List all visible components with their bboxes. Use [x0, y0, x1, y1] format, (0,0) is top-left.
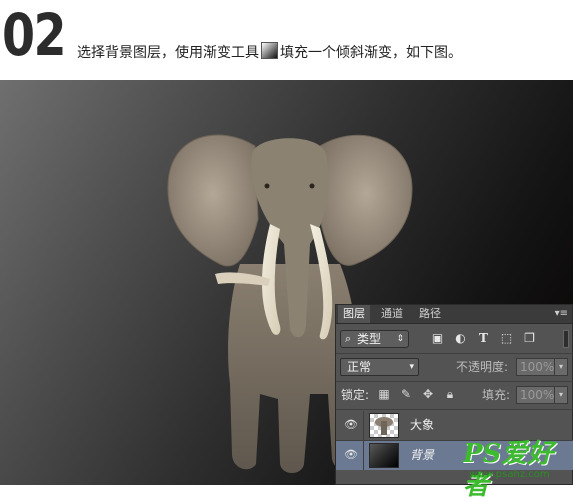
tutorial-header: 02 选择背景图层，使用渐变工具 填充一个倾斜渐变，如下图。 [0, 0, 573, 80]
opacity-label: 不透明度: [456, 360, 509, 374]
layer-name: 大象 [410, 418, 435, 432]
lock-all-icon[interactable]: 🔒︎ [443, 387, 457, 401]
eye-icon[interactable]: 👁︎ [344, 419, 358, 431]
layer-thumbnail [369, 443, 399, 468]
opacity-field[interactable]: 100% ▾ [516, 358, 568, 376]
divider [336, 381, 573, 382]
layer-thumbnail [369, 413, 399, 438]
instruction-part-1: 选择背景图层，使用渐变工具 [77, 45, 259, 61]
instruction-part-2: 填充一个倾斜渐变，如下图。 [280, 45, 462, 61]
layer-name: 背景 [410, 448, 435, 462]
lock-label: 锁定: [341, 388, 370, 402]
chevron-down-icon[interactable]: ▾ [554, 387, 567, 403]
panel-menu-icon[interactable]: ▾≡ [555, 308, 568, 320]
type-filter-icon[interactable]: T [477, 332, 490, 345]
gradient-tool-icon [261, 42, 278, 59]
filter-toggle-switch[interactable] [563, 330, 569, 348]
smart-object-filter-icon[interactable]: ❐ [523, 332, 536, 345]
step-number: 02 [2, 1, 67, 69]
fill-field[interactable]: 100% ▾ [516, 386, 568, 404]
tab-channels[interactable]: 通道 [376, 305, 408, 323]
select-arrows-icon: ⇕ [396, 334, 404, 344]
chevron-down-icon[interactable]: ▾ [554, 359, 567, 375]
divider [336, 409, 573, 410]
fill-label: 填充: [482, 388, 511, 402]
layer-filter-select[interactable]: ⌕ 类型 ⇕ [340, 330, 409, 348]
shape-filter-icon[interactable]: ⬚ [500, 332, 513, 345]
filter-type-label: 类型 [357, 332, 382, 346]
lock-transparent-pixels-icon[interactable]: ▦ [377, 387, 391, 401]
instruction-text: 选择背景图层，使用渐变工具 填充一个倾斜渐变，如下图。 [77, 42, 462, 62]
divider [336, 353, 573, 354]
fill-value: 100% [520, 388, 555, 402]
eye-icon[interactable]: 👁︎ [344, 449, 358, 461]
blend-mode-select[interactable]: 正常 ▾ [340, 358, 419, 376]
opacity-value: 100% [520, 360, 555, 374]
panel-tab-bar: 图层 通道 路径 ▾≡ [336, 305, 572, 324]
watermark-url: www.psahz.com [469, 469, 550, 480]
layer-row-elephant[interactable]: 👁︎ 大象 [336, 411, 573, 440]
elephant-thumbnail-icon [375, 417, 393, 435]
lock-image-pixels-icon[interactable]: ✎ [399, 387, 413, 401]
blend-mode-value: 正常 [347, 360, 372, 374]
site-watermark: PS爱好者 www.psahz.com [463, 438, 573, 501]
chevron-down-icon: ▾ [409, 362, 414, 372]
tab-layers[interactable]: 图层 [338, 305, 370, 323]
image-filter-icon[interactable]: ▣ [431, 332, 444, 345]
adjustment-filter-icon[interactable]: ◐ [454, 332, 467, 345]
lock-position-icon[interactable]: ✥ [421, 387, 435, 401]
search-icon: ⌕ [345, 332, 352, 345]
tab-paths[interactable]: 路径 [414, 305, 446, 323]
